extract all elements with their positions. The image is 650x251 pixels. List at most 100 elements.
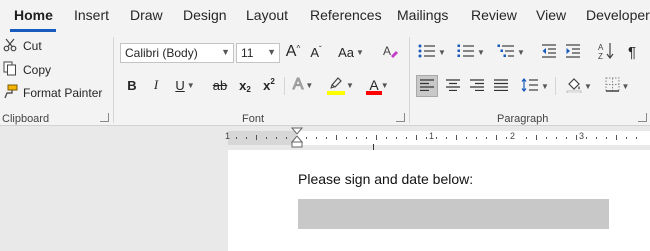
- ruler-tick: [266, 137, 267, 139]
- tab-mailings[interactable]: Mailings: [397, 7, 448, 23]
- copy-label: Copy: [23, 63, 52, 77]
- ruler-number: 3: [579, 131, 585, 141]
- ruler-tick: [576, 135, 577, 140]
- font-color-button[interactable]: A ▼: [363, 75, 395, 95]
- ruler-tick: [386, 137, 387, 139]
- ruler-tick: [586, 137, 587, 139]
- chevron-down-icon: ▼: [477, 47, 485, 57]
- ruler-tick: [416, 135, 417, 140]
- borders-button[interactable]: ▼: [600, 75, 634, 97]
- superscript-button[interactable]: x2: [260, 75, 278, 95]
- decrease-indent-button[interactable]: [538, 42, 560, 62]
- increase-indent-button[interactable]: [562, 42, 584, 62]
- paintbrush-icon: [3, 84, 19, 102]
- bold-button[interactable]: B: [124, 75, 140, 95]
- align-right-button[interactable]: [466, 75, 488, 97]
- ruler-tick: [246, 137, 247, 139]
- superscript-mark: 2: [270, 76, 275, 86]
- ribbon-tab-bar: Home Insert Draw Design Layout Reference…: [0, 0, 650, 33]
- copy-button[interactable]: Copy: [3, 61, 51, 79]
- tab-design[interactable]: Design: [183, 7, 227, 23]
- font-family-value: Calibri (Body): [125, 46, 198, 60]
- change-case-button[interactable]: Aa ▼: [335, 42, 367, 62]
- ruler-tick: [336, 135, 337, 140]
- highlight-color-button[interactable]: ▼: [325, 75, 357, 95]
- chevron-down-icon: ▼: [267, 47, 276, 57]
- multilevel-list-button[interactable]: ▼: [495, 42, 527, 62]
- active-tab-indicator: [10, 29, 56, 32]
- italic-button[interactable]: I: [148, 75, 164, 95]
- tab-review[interactable]: Review: [471, 7, 517, 23]
- ruler-number: 1: [429, 131, 435, 141]
- show-formatting-button[interactable]: ¶: [623, 42, 641, 62]
- ruler-tick: [566, 137, 567, 139]
- divider: [555, 77, 556, 95]
- scissors-icon: [3, 38, 19, 55]
- ruler-tick: [626, 137, 627, 139]
- ruler-tick: [436, 137, 437, 139]
- font-family-select[interactable]: Calibri (Body) ▼: [120, 43, 234, 63]
- signature-placeholder[interactable]: [298, 199, 609, 229]
- tab-layout[interactable]: Layout: [246, 7, 288, 23]
- ruler-tick: [376, 135, 377, 140]
- ruler-tick: [286, 137, 287, 139]
- paint-bucket-icon: [566, 77, 582, 96]
- ruler-tick: [236, 137, 237, 139]
- borders-icon: [605, 77, 620, 95]
- ruler-tick: [256, 135, 257, 140]
- subscript-mark: 2: [246, 84, 251, 94]
- ruler-tick: [606, 137, 607, 139]
- align-left-button[interactable]: [416, 75, 438, 97]
- font-size-select[interactable]: 11 ▼: [236, 43, 280, 63]
- align-right-icon: [470, 78, 484, 94]
- divider: [409, 37, 410, 123]
- decrease-indent-icon: [541, 43, 557, 61]
- tab-draw[interactable]: Draw: [130, 7, 163, 23]
- clipboard-launcher-icon[interactable]: [100, 113, 109, 122]
- underline-icon: U: [175, 77, 185, 93]
- sort-button[interactable]: AZ: [595, 42, 617, 62]
- subscript-button[interactable]: x2: [236, 75, 254, 95]
- ruler-tick: [446, 137, 447, 139]
- shrink-font-button[interactable]: Aˇ: [307, 42, 325, 62]
- ruler-tick: [486, 137, 487, 139]
- grow-font-button[interactable]: A ^: [284, 42, 302, 62]
- tab-home[interactable]: Home: [14, 7, 53, 23]
- align-center-button[interactable]: [442, 75, 464, 97]
- numbering-button[interactable]: ▼: [455, 42, 487, 62]
- chevron-down-icon: ▼: [221, 47, 230, 57]
- line-spacing-icon: [521, 77, 539, 95]
- bullets-button[interactable]: ▼: [416, 42, 448, 62]
- cut-button[interactable]: Cut: [3, 37, 42, 55]
- ruler-tick: [506, 137, 507, 139]
- strikethrough-button[interactable]: ab: [210, 75, 230, 95]
- format-painter-label: Format Painter: [23, 86, 103, 100]
- copy-icon: [3, 61, 19, 79]
- chevron-down-icon: ▼: [621, 81, 630, 91]
- change-case-icon: Aa: [338, 44, 354, 60]
- clear-formatting-button[interactable]: A: [380, 42, 400, 62]
- line-spacing-button[interactable]: ▼: [519, 75, 551, 97]
- tab-view[interactable]: View: [536, 7, 566, 23]
- bullet-list-icon: [418, 44, 436, 61]
- paragraph-launcher-icon[interactable]: [638, 113, 647, 122]
- ribbon-home: Cut Copy Format Painter Clipboard Calibr…: [0, 33, 650, 126]
- justify-button[interactable]: [490, 75, 512, 97]
- text-effects-button[interactable]: A ▼: [288, 75, 318, 95]
- sort-icon: AZ: [598, 42, 614, 63]
- svg-text:A: A: [598, 43, 604, 52]
- ruler-tick: [396, 137, 397, 139]
- font-launcher-icon[interactable]: [396, 113, 405, 122]
- tab-references[interactable]: References: [310, 7, 382, 23]
- ruler-tick: [526, 137, 527, 139]
- font-size-value: 11: [241, 46, 254, 60]
- tab-insert[interactable]: Insert: [74, 7, 109, 23]
- ruler-tick: [276, 137, 277, 139]
- format-painter-button[interactable]: Format Painter: [3, 84, 102, 102]
- shading-button[interactable]: ▼: [562, 75, 596, 97]
- document-text[interactable]: Please sign and date below:: [298, 171, 473, 187]
- underline-button[interactable]: U ▼: [172, 75, 198, 95]
- tab-developer[interactable]: Developer: [586, 7, 650, 23]
- numbered-list-icon: [457, 44, 475, 61]
- ruler-tick: [456, 135, 457, 140]
